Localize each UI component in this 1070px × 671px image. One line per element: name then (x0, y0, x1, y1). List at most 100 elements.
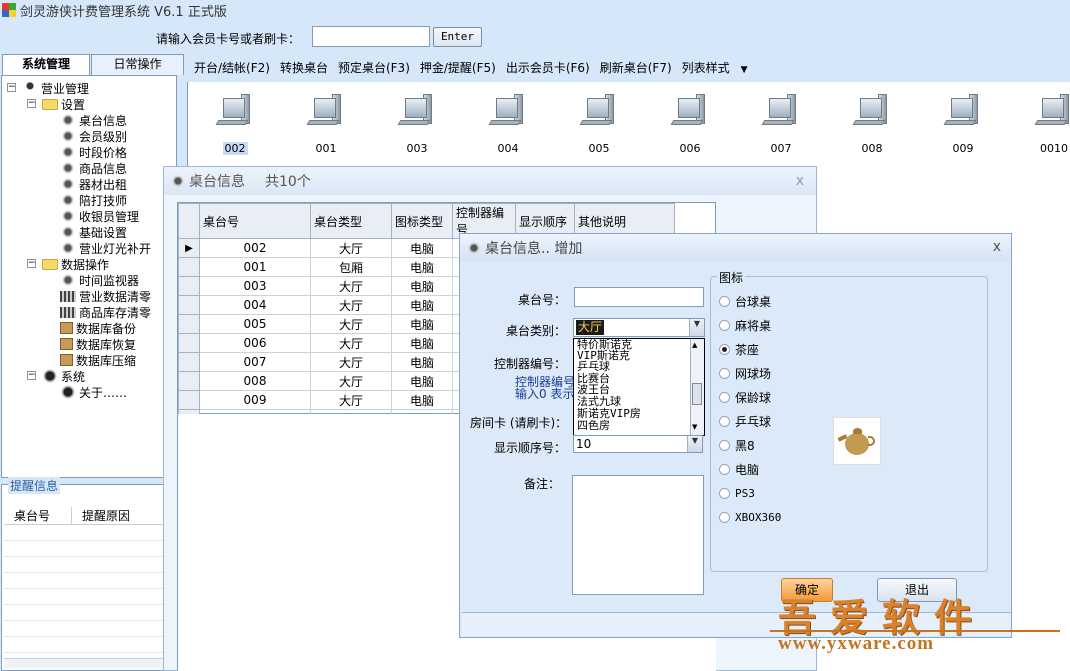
tab-daily-operations[interactable]: 日常操作 (91, 54, 184, 75)
cell-table-no[interactable]: 006 (199, 333, 311, 353)
radio-button[interactable] (719, 319, 730, 331)
dropdown-scrollbar[interactable]: ▲ ▼ (690, 339, 704, 435)
cell-table-no[interactable]: 002 (199, 238, 311, 258)
refresh-tables-button[interactable]: 刷新桌台(F7) (595, 59, 677, 76)
switch-table-button[interactable]: 转换桌台 (275, 59, 333, 76)
table-icon-007[interactable]: 007 (749, 92, 813, 162)
order-select[interactable]: 10 ▼ (573, 435, 703, 453)
radio-button[interactable] (719, 367, 730, 379)
table-icon-001[interactable]: 001 (294, 92, 358, 162)
reserve-table-button[interactable]: 预定桌台(F3) (333, 59, 415, 76)
tree-item-cashier[interactable]: 收银员管理 (60, 208, 139, 224)
dropdown-option[interactable]: 法式九球 (577, 396, 621, 407)
tab-system-management[interactable]: 系统管理 (2, 54, 90, 75)
tree-item-member-level[interactable]: 会员级别 (60, 128, 127, 144)
cell-icon-type[interactable]: 电脑 (391, 276, 453, 296)
cell-table-type[interactable]: 大厅 (310, 333, 392, 353)
cell-icon-type[interactable]: 电脑 (391, 390, 453, 410)
show-member-card-button[interactable]: 出示会员卡(F6) (501, 59, 595, 76)
cell-table-type[interactable]: 大厅 (310, 276, 392, 296)
radio-billiard[interactable]: 台球桌 (719, 293, 771, 309)
tree-item-basic-settings[interactable]: 基础设置 (60, 224, 127, 240)
collapse-icon[interactable]: − (27, 371, 36, 380)
close-icon[interactable]: x (993, 239, 1001, 255)
cell-table-no[interactable]: 009 (199, 390, 311, 410)
tree-item-light-reopen[interactable]: 营业灯光补开 (60, 240, 151, 256)
cell-icon-type[interactable]: 电脑 (391, 352, 453, 372)
cell-table-type[interactable]: 包厢 (310, 257, 392, 277)
table-icon-004[interactable]: 004 (476, 92, 540, 162)
radio-button[interactable] (719, 511, 730, 523)
table-icon-0010[interactable]: 0010 (1022, 92, 1070, 162)
cell-icon-type[interactable]: 电脑 (391, 238, 453, 258)
radio-button[interactable] (719, 487, 730, 499)
cell-table-no[interactable]: 004 (199, 295, 311, 315)
table-icon-002[interactable]: 002 (203, 92, 267, 162)
radio-button-selected[interactable] (719, 343, 730, 355)
cell-table-type[interactable]: 大厅 (310, 238, 392, 258)
collapse-icon[interactable]: − (27, 99, 36, 108)
tree-item-db-backup[interactable]: 数据库备份 (60, 320, 136, 336)
cell-table-type[interactable]: 大厅 (310, 295, 392, 315)
radio-pingpong[interactable]: 乒乓球 (719, 413, 771, 429)
radio-button[interactable] (719, 439, 730, 451)
collapse-icon[interactable]: − (27, 259, 36, 268)
notes-textarea[interactable] (572, 475, 704, 595)
radio-button[interactable] (719, 415, 730, 427)
ok-button[interactable]: 确定 (781, 578, 833, 602)
cell-icon-type[interactable]: 电脑 (391, 257, 453, 277)
dropdown-option[interactable]: 波王台 (577, 384, 610, 395)
tree-item-time-monitor[interactable]: 时间监视器 (60, 272, 139, 288)
cell-icon-type[interactable]: 电脑 (391, 295, 453, 315)
table-icon-009[interactable]: 009 (931, 92, 995, 162)
tree-item-clear-business-data[interactable]: 营业数据清零 (60, 288, 151, 304)
table-icon-005[interactable]: 005 (567, 92, 631, 162)
grid-header-icon-type[interactable]: 图标类型 (391, 203, 453, 239)
table-icon-003[interactable]: 003 (385, 92, 449, 162)
tree-item-db-restore[interactable]: 数据库恢复 (60, 336, 136, 352)
radio-xbox360[interactable]: XBOX360 (719, 509, 781, 525)
cell-table-no[interactable]: 005 (199, 314, 311, 334)
tree-item-coach[interactable]: 陪打技师 (60, 192, 127, 208)
radio-ps3[interactable]: PS3 (719, 485, 755, 501)
reminder-col-table[interactable]: 桌台号 (4, 507, 72, 524)
tree-item-table-info[interactable]: 桌台信息 (60, 112, 127, 128)
cell-table-type[interactable]: 大厅 (310, 352, 392, 372)
tree-node-settings[interactable]: 设置 (42, 96, 85, 112)
cell-table-type[interactable]: 大厅 (310, 371, 392, 391)
cell-icon-type[interactable]: 电脑 (391, 314, 453, 334)
category-select[interactable]: 大厅 ▼ (573, 318, 705, 337)
open-checkout-button[interactable]: 开台/结帐(F2) (189, 59, 275, 76)
tree-node-system[interactable]: 系统 (42, 368, 85, 384)
cell-table-no[interactable]: 003 (199, 276, 311, 296)
cell-icon-type[interactable]: 电脑 (391, 371, 453, 391)
cell-table-type[interactable]: 大厅 (310, 314, 392, 334)
reminder-scrollbar[interactable] (4, 658, 176, 668)
cell-icon-type[interactable]: 电脑 (391, 333, 453, 353)
tree-item-db-compress[interactable]: 数据库压缩 (60, 352, 136, 368)
tree-item-about[interactable]: 关于…… (60, 384, 127, 400)
scroll-up-icon[interactable]: ▲ (692, 341, 697, 349)
list-style-button[interactable]: 列表样式 ▼ (677, 59, 753, 76)
add-table-titlebar[interactable]: 桌台信息.. 增加 (460, 234, 1011, 261)
deposit-remind-button[interactable]: 押金/提醒(F5) (415, 59, 501, 76)
radio-button[interactable] (719, 463, 730, 475)
table-no-input[interactable] (574, 287, 704, 307)
table-icon-008[interactable]: 008 (840, 92, 904, 162)
tree-node-data-ops[interactable]: 数据操作 (42, 256, 109, 272)
collapse-icon[interactable]: − (7, 83, 16, 92)
close-icon[interactable]: x (796, 173, 804, 189)
radio-button[interactable] (719, 295, 730, 307)
scroll-down-icon[interactable]: ▼ (692, 423, 697, 431)
radio-computer[interactable]: 电脑 (719, 461, 759, 477)
card-input[interactable] (312, 26, 430, 47)
radio-bowling[interactable]: 保龄球 (719, 389, 771, 405)
radio-tennis[interactable]: 网球场 (719, 365, 771, 381)
radio-button[interactable] (719, 391, 730, 403)
enter-button[interactable]: Enter (433, 27, 482, 47)
table-icon-006[interactable]: 006 (658, 92, 722, 162)
chevron-down-icon[interactable]: ▼ (689, 319, 704, 336)
tree-item-clear-stock[interactable]: 商品库存清零 (60, 304, 151, 320)
radio-black8[interactable]: 黑8 (719, 437, 755, 453)
scroll-thumb[interactable] (692, 383, 702, 405)
